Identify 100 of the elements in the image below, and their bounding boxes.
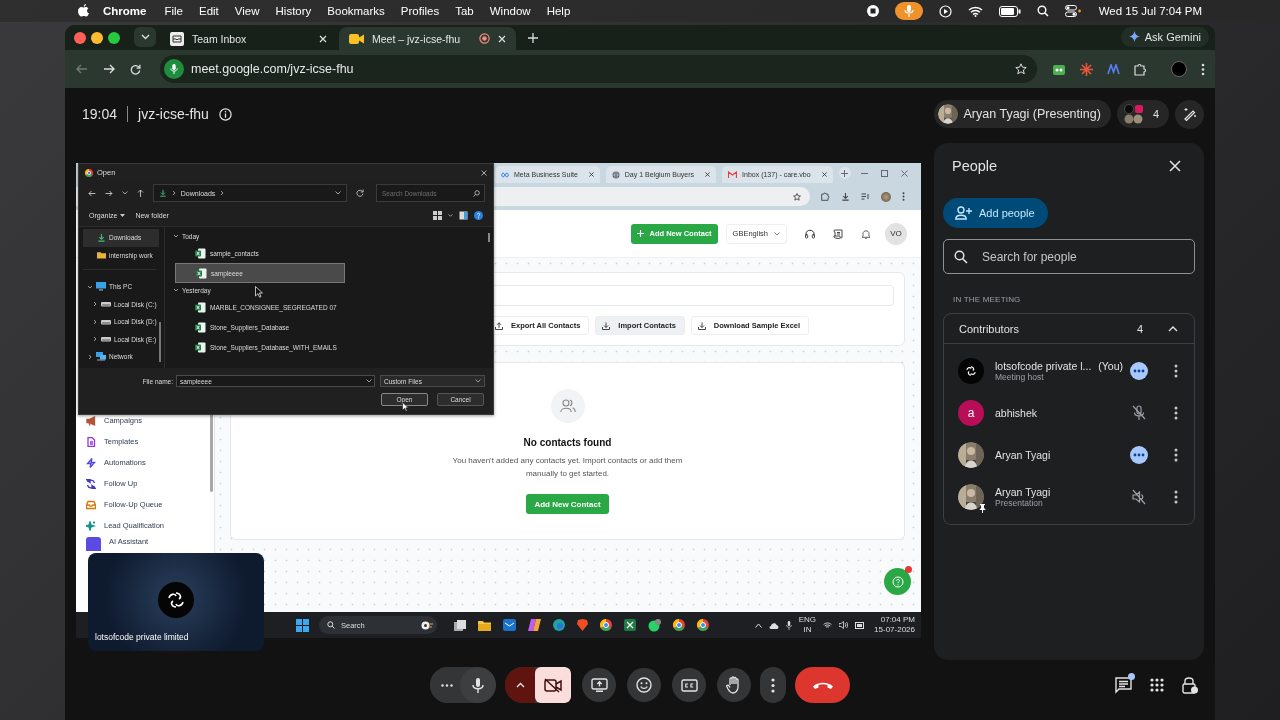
raise-hand-button[interactable] bbox=[717, 668, 751, 702]
tab-list-button[interactable] bbox=[134, 26, 156, 47]
close-window-button[interactable] bbox=[74, 31, 86, 44]
refresh-icon[interactable] bbox=[356, 189, 364, 197]
chevron-right-icon[interactable] bbox=[170, 190, 177, 196]
pen-sparkle-button[interactable] bbox=[1175, 99, 1204, 129]
more-options-icon[interactable] bbox=[1174, 364, 1178, 378]
folder-icon[interactable] bbox=[478, 619, 491, 631]
chevron-down-icon[interactable] bbox=[475, 379, 481, 383]
input-language[interactable]: ENG bbox=[798, 615, 817, 625]
microphone-icon[interactable] bbox=[164, 59, 184, 79]
menu-icon[interactable] bbox=[902, 192, 905, 201]
leave-call-button[interactable] bbox=[795, 667, 850, 703]
input-region[interactable]: IN bbox=[803, 625, 812, 635]
view-grid-icon[interactable] bbox=[433, 211, 442, 220]
present-screen-button[interactable] bbox=[582, 668, 616, 702]
extension-icon[interactable] bbox=[1052, 62, 1066, 76]
wifi-icon[interactable] bbox=[823, 621, 833, 629]
menu-item[interactable]: Tab bbox=[455, 5, 474, 17]
search-field[interactable]: Search for people bbox=[943, 239, 1195, 274]
menu-icon[interactable] bbox=[1201, 62, 1205, 76]
speaker-icon[interactable] bbox=[839, 621, 849, 629]
reload-icon[interactable] bbox=[130, 63, 141, 75]
microphone-off-icon[interactable] bbox=[1132, 405, 1146, 421]
captions-button[interactable] bbox=[672, 668, 706, 702]
presenter-chip[interactable]: Aryan Tyagi (Presenting) bbox=[933, 100, 1111, 128]
participants-button[interactable]: 4 bbox=[1116, 100, 1169, 128]
close-icon[interactable] bbox=[821, 172, 827, 177]
chevron-right-icon[interactable] bbox=[92, 318, 98, 325]
menu-bar-clock[interactable]: Wed 15 Jul 7:04 PM bbox=[1098, 5, 1202, 17]
menu-item[interactable]: Help bbox=[546, 5, 571, 17]
add-people-button[interactable]: Add people bbox=[943, 198, 1048, 228]
address-bar[interactable]: meet.google.com/jvz-icse-fhu bbox=[160, 55, 1037, 83]
microphone-icon[interactable] bbox=[785, 620, 792, 630]
microphone-indicator[interactable] bbox=[894, 2, 923, 20]
menu-item[interactable]: Profiles bbox=[400, 5, 440, 17]
bell-icon[interactable] bbox=[861, 228, 871, 239]
close-icon[interactable] bbox=[705, 172, 711, 177]
chevron-down-icon[interactable] bbox=[87, 283, 93, 290]
user-avatar[interactable]: VO bbox=[885, 222, 907, 245]
extensions-puzzle-icon[interactable] bbox=[821, 192, 830, 201]
menu-item[interactable]: Window bbox=[489, 5, 531, 17]
chevron-down-icon[interactable] bbox=[173, 233, 179, 239]
chevron-right-icon[interactable] bbox=[87, 353, 93, 360]
app-menu[interactable]: Chrome bbox=[103, 5, 147, 17]
scrollbar[interactable] bbox=[488, 233, 490, 242]
play-icon[interactable] bbox=[938, 4, 952, 18]
chevron-up-icon[interactable] bbox=[754, 622, 762, 628]
back-icon[interactable] bbox=[88, 189, 96, 197]
apple-logo-icon[interactable] bbox=[78, 3, 89, 17]
microphone-button[interactable] bbox=[460, 667, 496, 703]
browser-tab[interactable]: Team Inbox bbox=[160, 27, 337, 50]
menu-item[interactable]: History bbox=[275, 5, 312, 17]
bookmark-star-icon[interactable] bbox=[793, 192, 801, 201]
lion-app-icon[interactable] bbox=[577, 619, 588, 631]
menu-item[interactable]: View bbox=[234, 5, 260, 17]
spreadsheet-app-icon[interactable] bbox=[624, 619, 636, 631]
menu-item[interactable]: Edit bbox=[199, 5, 219, 17]
self-view-tile[interactable]: lotsofcode private limited bbox=[88, 553, 264, 651]
speaker-off-icon[interactable] bbox=[1132, 489, 1146, 505]
taskbar-time[interactable]: 07:04 PM bbox=[880, 615, 915, 625]
menu-item[interactable]: File bbox=[164, 5, 183, 17]
more-options-button[interactable] bbox=[760, 667, 786, 703]
chevron-down-icon[interactable] bbox=[173, 287, 179, 293]
chrome-icon[interactable] bbox=[673, 619, 685, 631]
more-options-icon[interactable] bbox=[1174, 448, 1178, 462]
search-icon[interactable] bbox=[1036, 5, 1049, 17]
host-controls-lock-icon[interactable] bbox=[1182, 676, 1198, 694]
group-header[interactable]: Contributors 4 bbox=[944, 314, 1194, 344]
apps-grid-icon[interactable] bbox=[1150, 678, 1164, 692]
stop-icon[interactable] bbox=[866, 5, 879, 17]
chevron-right-icon[interactable] bbox=[92, 301, 98, 308]
control-center-icon[interactable] bbox=[1064, 5, 1081, 17]
up-arrow-icon[interactable] bbox=[136, 189, 144, 197]
ask-gemini-button[interactable]: Ask Gemini bbox=[1120, 26, 1209, 47]
zoom-window-button[interactable] bbox=[108, 31, 120, 44]
chrome-icon[interactable] bbox=[85, 168, 93, 177]
copilot-icon[interactable] bbox=[528, 619, 541, 631]
help-button[interactable] bbox=[884, 568, 911, 595]
wifi-icon[interactable] bbox=[967, 5, 983, 17]
minimize-window-button[interactable] bbox=[91, 31, 103, 44]
battery-icon[interactable] bbox=[855, 621, 866, 629]
battery-icon[interactable] bbox=[998, 5, 1021, 17]
chevron-down-icon[interactable] bbox=[774, 231, 780, 236]
task-view-icon[interactable] bbox=[454, 619, 466, 631]
chrome-icon[interactable] bbox=[600, 619, 612, 631]
info-icon[interactable] bbox=[218, 107, 232, 121]
menu-item[interactable]: Bookmarks bbox=[327, 5, 385, 17]
windows-start-icon[interactable] bbox=[296, 618, 309, 632]
scroll-icon[interactable] bbox=[833, 228, 843, 239]
forward-icon[interactable] bbox=[103, 64, 115, 74]
profile-avatar[interactable] bbox=[881, 191, 891, 202]
download-icon[interactable] bbox=[841, 192, 850, 201]
minimize-icon[interactable] bbox=[861, 172, 868, 174]
scrollbar[interactable] bbox=[159, 322, 161, 362]
chrome-icon[interactable] bbox=[697, 619, 709, 631]
more-options-icon[interactable] bbox=[1174, 490, 1178, 504]
browser-tab[interactable]: Meet – jvz-icse-fhu bbox=[339, 27, 516, 50]
restore-icon[interactable] bbox=[881, 169, 888, 177]
chevron-right-icon[interactable] bbox=[92, 336, 98, 343]
